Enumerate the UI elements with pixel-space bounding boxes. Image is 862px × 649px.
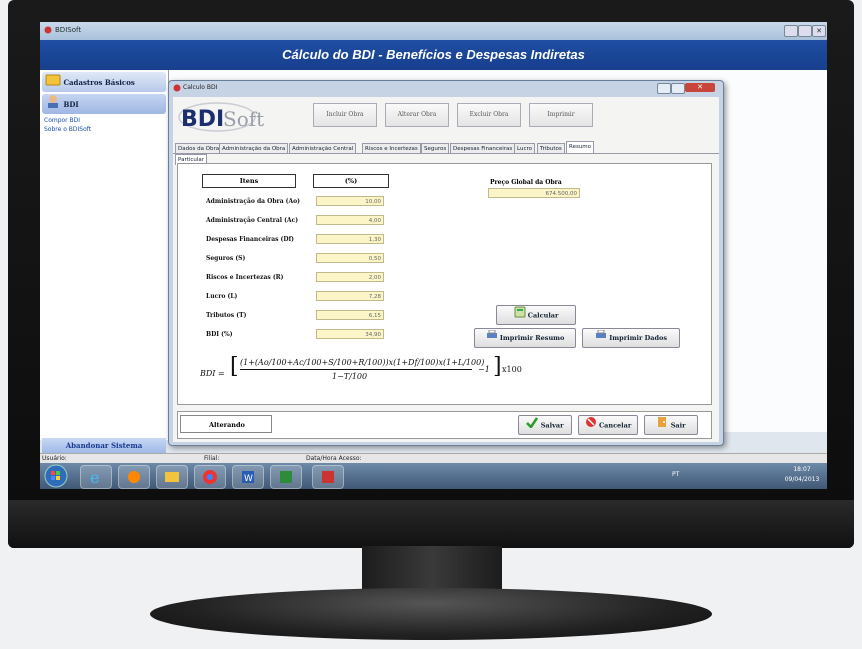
items-header: Itens xyxy=(202,174,296,188)
salvar-button[interactable]: Salvar xyxy=(518,415,572,435)
cancelar-button[interactable]: Cancelar xyxy=(578,415,638,435)
alterar-obra-button[interactable]: Alterar Obra xyxy=(385,103,449,127)
sair-button[interactable]: Sair xyxy=(644,415,698,435)
ie-taskbar-icon[interactable]: e xyxy=(80,465,112,489)
field-s[interactable]: 0,50 xyxy=(316,253,384,263)
sidebar-link-sobre[interactable]: Sobre o BDISoft xyxy=(44,126,91,133)
cancel-icon xyxy=(585,416,597,435)
filial-label: Filial: xyxy=(204,455,220,462)
sidebar-link-compor-bdi[interactable]: Compor BDI xyxy=(44,117,80,124)
svg-text:e: e xyxy=(90,468,99,487)
pct-header: (%) xyxy=(313,174,389,188)
bdi-formula: BDI = [ (1+(Ao/100+Ac/100+S/100+R/100))x… xyxy=(200,354,580,394)
tab-strip-divider xyxy=(173,153,719,154)
close-button[interactable]: ✕ xyxy=(812,25,826,37)
svg-text:BDI: BDI xyxy=(181,107,224,132)
sidebar: Cadastros Básicos BDI Compor BDI Sobre o… xyxy=(40,70,169,440)
formula-lhs: BDI = xyxy=(200,369,225,378)
minimize-button[interactable] xyxy=(784,25,798,37)
dialog-maximize-button[interactable] xyxy=(671,83,685,94)
dialog-close-button[interactable]: ✕ xyxy=(685,83,715,92)
formula-tail: x100 xyxy=(502,365,522,374)
field-l[interactable]: 7,28 xyxy=(316,291,384,301)
language-indicator[interactable]: PT xyxy=(672,471,679,478)
exit-door-icon xyxy=(656,416,668,435)
word-taskbar-icon[interactable]: W xyxy=(232,465,264,489)
formula-numerator: (1+(Ao/100+Ac/100+S/100+R/100))x(1+Df/10… xyxy=(240,358,485,367)
clock-time[interactable]: 18:07 xyxy=(780,466,824,473)
row-label-bdi: BDI (%) xyxy=(206,331,233,338)
formula-minus-one: −1 xyxy=(478,365,490,374)
calcular-button[interactable]: Calcular xyxy=(496,305,576,325)
bdi-dialog: Calculo BDI ✕ BDI Soft Incluir Obra Alte… xyxy=(168,80,724,446)
printer-icon xyxy=(486,329,498,347)
svg-text:W: W xyxy=(244,474,253,484)
field-df[interactable]: 1,30 xyxy=(316,234,384,244)
preco-global-label: Preço Global da Obra xyxy=(490,179,562,186)
media-taskbar-icon[interactable] xyxy=(118,465,150,489)
bottom-bar: Alterando Salvar Cancelar Sair xyxy=(177,411,712,439)
imprimir-button[interactable]: Imprimir xyxy=(529,103,593,127)
incluir-obra-button[interactable]: Incluir Obra xyxy=(313,103,377,127)
dialog-icon xyxy=(173,84,181,98)
monitor-stand-base xyxy=(150,588,712,640)
bdisoft-logo: BDI Soft xyxy=(177,99,267,133)
printer-icon xyxy=(595,329,607,347)
formula-denominator: 1−T/100 xyxy=(332,372,368,381)
dialog-minimize-button[interactable] xyxy=(657,83,671,94)
screen: BDISoft ✕ Cálculo do BDI - Benefícios e … xyxy=(40,22,827,489)
row-label-s: Seguros (S) xyxy=(206,255,246,262)
bdisoft-taskbar-icon[interactable] xyxy=(312,465,344,489)
maximize-button[interactable] xyxy=(798,25,812,37)
field-bdi[interactable]: 34,90 xyxy=(316,329,384,339)
imprimir-resumo-button[interactable]: Imprimir Resumo xyxy=(474,328,576,348)
row-label-df: Despesas Financeiras (Df) xyxy=(206,236,295,243)
row-label-l: Lucro (L) xyxy=(206,293,238,300)
field-t[interactable]: 6,15 xyxy=(316,310,384,320)
folder-taskbar-icon[interactable] xyxy=(156,465,188,489)
excel-taskbar-icon[interactable] xyxy=(270,465,302,489)
row-label-t: Tributos (T) xyxy=(206,312,247,319)
preco-global-field[interactable]: 674.500,00 xyxy=(488,188,580,198)
user-icon xyxy=(45,94,61,116)
abandon-system-button[interactable]: Abandonar Sistema xyxy=(42,438,166,453)
status-mode: Alterando xyxy=(180,415,272,433)
field-ao[interactable]: 10,00 xyxy=(316,196,384,206)
app-window-title: BDISoft xyxy=(55,26,82,34)
row-label-ao: Administração da Obra (Ao) xyxy=(206,198,301,205)
calculator-icon xyxy=(514,306,526,325)
row-label-ac: Administração Central (Ac) xyxy=(206,217,299,224)
checkmark-icon xyxy=(526,416,539,435)
svg-text:Soft: Soft xyxy=(223,107,264,131)
page-title: Cálculo do BDI - Benefícios e Despesas I… xyxy=(40,40,827,70)
row-label-r: Riscos e Incertezas (R) xyxy=(206,274,284,281)
app-titlebar: BDISoft ✕ xyxy=(40,22,827,40)
field-ac[interactable]: 4,00 xyxy=(316,215,384,225)
dialog-title: Calculo BDI xyxy=(183,84,218,91)
sidebar-group-cadastros[interactable]: Cadastros Básicos xyxy=(42,72,166,92)
formula-fraction-line xyxy=(240,369,472,370)
imprimir-dados-button[interactable]: Imprimir Dados xyxy=(582,328,680,348)
app-icon xyxy=(44,26,52,36)
resumo-panel: Itens (%) Administração da Obra (Ao) 10,… xyxy=(177,163,712,405)
folder-icon xyxy=(45,72,61,94)
chrome-taskbar-icon[interactable] xyxy=(194,465,226,489)
formula-bracket-right: ] xyxy=(493,354,502,379)
datahora-label: Data/Hora Acesso: xyxy=(306,455,362,462)
monitor-bezel xyxy=(8,500,854,548)
clock-date[interactable]: 09/04/2013 xyxy=(780,476,824,483)
taskbar: e W PT 18:07 09/04/2013 xyxy=(40,463,827,489)
formula-bracket-left: [ xyxy=(230,354,239,379)
start-button[interactable] xyxy=(44,464,68,489)
field-r[interactable]: 2,00 xyxy=(316,272,384,282)
sidebar-group-bdi[interactable]: BDI xyxy=(42,94,166,114)
excluir-obra-button[interactable]: Excluir Obra xyxy=(457,103,521,127)
dialog-titlebar: Calculo BDI ✕ xyxy=(169,81,723,95)
dialog-body: BDI Soft Incluir Obra Alterar Obra Exclu… xyxy=(173,97,719,442)
user-label: Usuário: xyxy=(42,455,67,462)
